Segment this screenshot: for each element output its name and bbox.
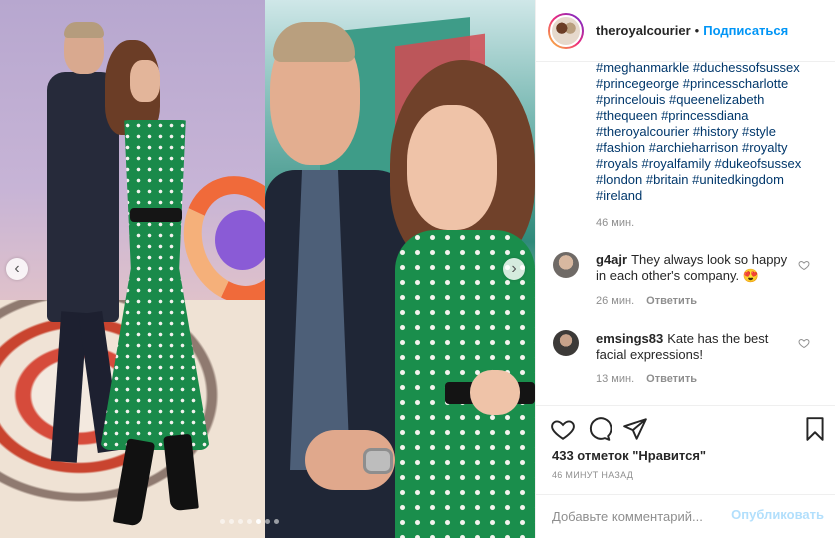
share-paper-plane-icon[interactable] — [622, 416, 648, 442]
hashtag-line[interactable]: #theroyalcourier #history #style — [596, 124, 816, 140]
chevron-left-icon: ‹ — [14, 260, 20, 277]
like-comment-heart-icon[interactable] — [798, 337, 810, 349]
hashtag-line[interactable]: #princegeorge #princesscharlotte — [596, 76, 816, 92]
author-avatar[interactable] — [548, 12, 584, 49]
comment-body: g4ajr They always look so happy in each o… — [596, 252, 796, 284]
comment-meta: 26 мин. Ответить — [596, 295, 697, 307]
commenter-username[interactable]: g4ajr — [596, 252, 627, 267]
author-username[interactable]: theroyalcourier — [596, 23, 691, 38]
post-photo-walking — [0, 0, 265, 538]
likes-count[interactable]: 433 отметок "Нравится" — [552, 448, 706, 463]
post-photo-closeup — [265, 0, 535, 538]
commenter-username[interactable]: emsings83 — [596, 331, 663, 346]
comment-timestamp[interactable]: 13 мин. — [596, 373, 634, 385]
carousel-dot — [229, 519, 234, 524]
commenter-avatar[interactable] — [553, 330, 579, 356]
add-comment-bar: Опубликовать — [536, 494, 835, 538]
like-heart-icon[interactable] — [550, 416, 576, 442]
carousel-dot — [220, 519, 225, 524]
hashtag-line[interactable]: #royals #royalfamily #dukeofsussex — [596, 156, 816, 172]
post-time-ago[interactable]: 46 МИНУТ НАЗАД — [552, 470, 633, 480]
carousel-dots — [220, 519, 279, 524]
like-comment-heart-icon[interactable] — [798, 259, 810, 271]
carousel-dot — [274, 519, 279, 524]
carousel-dot — [265, 519, 270, 524]
header-separator: • — [694, 23, 700, 38]
carousel-prev-button[interactable]: ‹ — [6, 258, 28, 280]
comment-input[interactable] — [552, 506, 732, 526]
commenter-avatar[interactable] — [553, 252, 579, 278]
reply-button[interactable]: Ответить — [646, 295, 697, 307]
woman-in-green-dress-figure — [85, 40, 235, 527]
hashtag-line[interactable]: #meghanmarkle #duchessofsussex — [596, 62, 816, 76]
hashtag-line[interactable]: #london #britain #unitedkingdom — [596, 172, 816, 188]
post-actions-bar: 433 отметок "Нравится" 46 МИНУТ НАЗАД — [536, 405, 835, 502]
avatar-image — [550, 14, 582, 47]
save-bookmark-icon[interactable] — [802, 416, 828, 442]
hashtag-line[interactable]: #ireland — [596, 188, 816, 204]
carousel-dot — [247, 519, 252, 524]
reply-button[interactable]: Ответить — [646, 373, 697, 385]
carousel-dot — [238, 519, 243, 524]
comment-timestamp[interactable]: 26 мин. — [596, 295, 634, 307]
hashtag-line[interactable]: #princelouis #queenelizabeth — [596, 92, 816, 108]
post-details-panel: theroyalcourier • Подписаться #meghanmar… — [535, 0, 835, 538]
comment-meta: 13 мин. Ответить — [596, 373, 697, 385]
comment-body: emsings83 Kate has the best facial expres… — [596, 331, 796, 363]
comment-bubble-icon[interactable] — [586, 416, 612, 442]
post-media-carousel[interactable]: ‹ › — [0, 0, 535, 538]
chevron-right-icon: › — [511, 260, 517, 277]
carousel-next-button[interactable]: › — [503, 258, 525, 280]
publish-button[interactable]: Опубликовать — [731, 507, 824, 522]
follow-button[interactable]: Подписаться — [703, 23, 788, 38]
hashtag-line[interactable]: #fashion #archieharrison #royalty — [596, 140, 816, 156]
comments-scroll-area[interactable]: #meghanmarkle #duchessofsussex #princege… — [536, 62, 835, 405]
caption-timestamp[interactable]: 46 мин. — [596, 217, 634, 229]
carousel-dot — [256, 519, 261, 524]
caption-hashtags: #meghanmarkle #duchessofsussex #princege… — [596, 62, 816, 204]
hashtag-line[interactable]: #thequeen #princessdiana — [596, 108, 816, 124]
woman-closeup-figure — [385, 60, 535, 538]
post-header: theroyalcourier • Подписаться — [536, 0, 835, 62]
